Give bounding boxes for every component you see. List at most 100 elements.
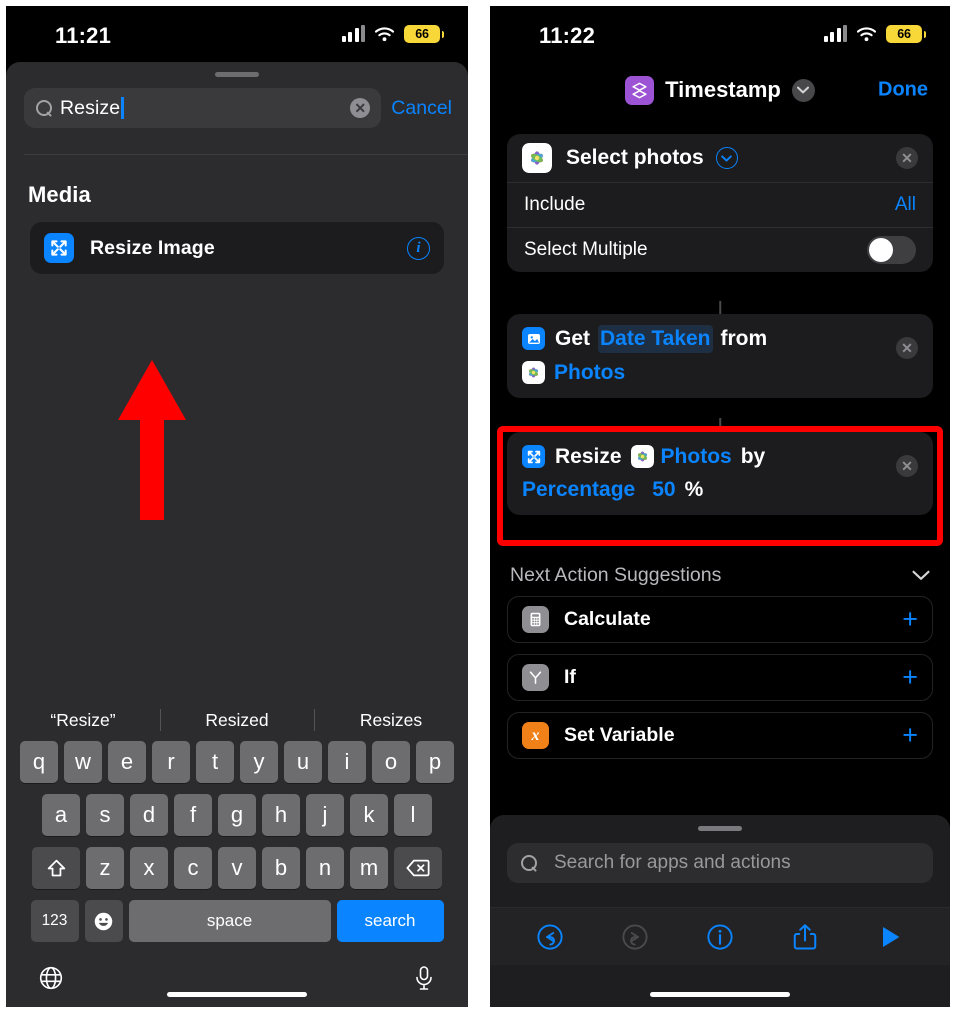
search-input[interactable]: Resize ✕: [24, 88, 382, 128]
key-t[interactable]: t: [196, 741, 234, 783]
prediction-0[interactable]: “Resize”: [6, 710, 160, 731]
plus-icon[interactable]: +: [902, 722, 918, 749]
key-y[interactable]: y: [240, 741, 278, 783]
chevron-down-circle-icon[interactable]: [715, 147, 738, 169]
token-get: Get: [555, 327, 591, 350]
key-r[interactable]: r: [152, 741, 190, 783]
key-d[interactable]: d: [130, 794, 168, 836]
key-q[interactable]: q: [20, 741, 58, 783]
search-return-key[interactable]: search: [336, 900, 444, 942]
share-icon[interactable]: [787, 919, 823, 955]
param-value[interactable]: All: [895, 194, 916, 216]
key-s[interactable]: s: [86, 794, 124, 836]
search-value: Resize: [60, 96, 121, 119]
suggestion-row-if[interactable]: If +: [507, 654, 933, 701]
status-indicators: 66: [823, 25, 926, 43]
key-w[interactable]: w: [64, 741, 102, 783]
action-card-resize-image[interactable]: Resize Photos by Percentage 50 % ✕: [507, 432, 933, 516]
photos-app-icon: [522, 361, 545, 385]
action-card-get-date-taken[interactable]: Get Date Taken from Photos ✕: [507, 314, 933, 399]
bottom-action-sheet: Search for apps and actions: [490, 815, 950, 1007]
key-g[interactable]: g: [218, 794, 256, 836]
section-header-media: Media: [28, 182, 91, 207]
sheet-grabber[interactable]: [215, 72, 259, 77]
clear-circle-icon[interactable]: ✕: [350, 98, 371, 118]
action-expression: Get Date Taken from: [522, 325, 918, 353]
emoji-smiley-icon[interactable]: [84, 900, 123, 942]
action-card-header: Select photos ✕: [507, 134, 933, 182]
search-icon: [36, 99, 53, 117]
key-n[interactable]: n: [306, 847, 344, 889]
token-percentage[interactable]: Percentage: [522, 476, 635, 504]
key-z[interactable]: z: [86, 847, 124, 889]
key-v[interactable]: v: [218, 847, 256, 889]
keyboard-row-4: 123 space search: [6, 900, 468, 942]
key-j[interactable]: j: [306, 794, 344, 836]
key-a[interactable]: a: [42, 794, 80, 836]
numbers-key[interactable]: 123: [30, 900, 79, 942]
resize-image-icon: [522, 445, 545, 469]
key-f[interactable]: f: [174, 794, 212, 836]
suggestion-row-set-variable[interactable]: x Set Variable +: [507, 712, 933, 759]
editor-toolbar: [490, 907, 950, 965]
microphone-icon[interactable]: [412, 965, 436, 996]
plus-icon[interactable]: +: [902, 606, 918, 633]
token-date-taken[interactable]: Date Taken: [598, 325, 713, 353]
cancel-button[interactable]: Cancel: [391, 97, 454, 120]
key-o[interactable]: o: [372, 741, 410, 783]
key-m[interactable]: m: [350, 847, 388, 889]
battery-indicator: 66: [404, 25, 444, 43]
search-result-resize-image[interactable]: Resize Image i: [30, 222, 444, 274]
remove-x-icon[interactable]: ✕: [896, 147, 918, 169]
globe-icon[interactable]: [38, 965, 64, 996]
remove-x-icon[interactable]: ✕: [896, 337, 918, 359]
suggestion-label: Calculate: [564, 608, 651, 630]
home-indicator: [167, 992, 307, 997]
param-include[interactable]: Include All: [507, 182, 933, 227]
redo-icon: [617, 919, 653, 955]
prediction-2[interactable]: Resizes: [314, 710, 468, 731]
param-select-multiple[interactable]: Select Multiple: [507, 227, 933, 272]
key-l[interactable]: l: [394, 794, 432, 836]
select-multiple-toggle[interactable]: [867, 236, 916, 264]
token-photos[interactable]: Photos: [554, 359, 625, 387]
done-button[interactable]: Done: [878, 79, 928, 102]
suggestion-label: Set Variable: [564, 724, 675, 746]
suggestions-header[interactable]: Next Action Suggestions: [510, 564, 930, 587]
shortcut-title-group[interactable]: Timestamp: [625, 75, 815, 105]
set-variable-x-icon: x: [522, 722, 549, 749]
actions-search-input[interactable]: Search for apps and actions: [507, 843, 933, 883]
token-value-50[interactable]: 50: [652, 476, 675, 504]
token-photos[interactable]: Photos: [661, 443, 732, 471]
key-p[interactable]: p: [416, 741, 454, 783]
key-h[interactable]: h: [262, 794, 300, 836]
key-c[interactable]: c: [174, 847, 212, 889]
info-circle-icon[interactable]: i: [407, 236, 430, 260]
photos-app-icon: [522, 143, 552, 173]
key-i[interactable]: i: [328, 741, 366, 783]
onscreen-keyboard: “Resize” Resized Resizes q w e r t y u i…: [6, 699, 468, 1007]
key-b[interactable]: b: [262, 847, 300, 889]
key-x[interactable]: x: [130, 847, 168, 889]
plus-icon[interactable]: +: [902, 664, 918, 691]
info-icon[interactable]: [702, 919, 738, 955]
action-expression: Resize Photos by: [522, 443, 918, 471]
backspace-icon[interactable]: [394, 847, 442, 889]
shift-up-icon[interactable]: [32, 847, 80, 889]
key-e[interactable]: e: [108, 741, 146, 783]
toggle-knob: [869, 238, 893, 262]
play-icon[interactable]: [872, 919, 908, 955]
undo-icon[interactable]: [532, 919, 568, 955]
suggestion-row-calculate[interactable]: Calculate +: [507, 596, 933, 643]
chevron-down-icon[interactable]: [912, 564, 930, 587]
key-u[interactable]: u: [284, 741, 322, 783]
key-k[interactable]: k: [350, 794, 388, 836]
chevron-down-icon[interactable]: [791, 78, 815, 102]
remove-x-icon[interactable]: ✕: [896, 455, 918, 477]
sheet-grabber[interactable]: [698, 826, 742, 831]
if-branch-icon: [522, 664, 549, 691]
space-key[interactable]: space: [128, 900, 331, 942]
action-card-select-photos[interactable]: Select photos ✕ Include All Select Multi…: [507, 134, 933, 272]
flow-connector: [719, 418, 721, 432]
prediction-1[interactable]: Resized: [160, 710, 314, 731]
